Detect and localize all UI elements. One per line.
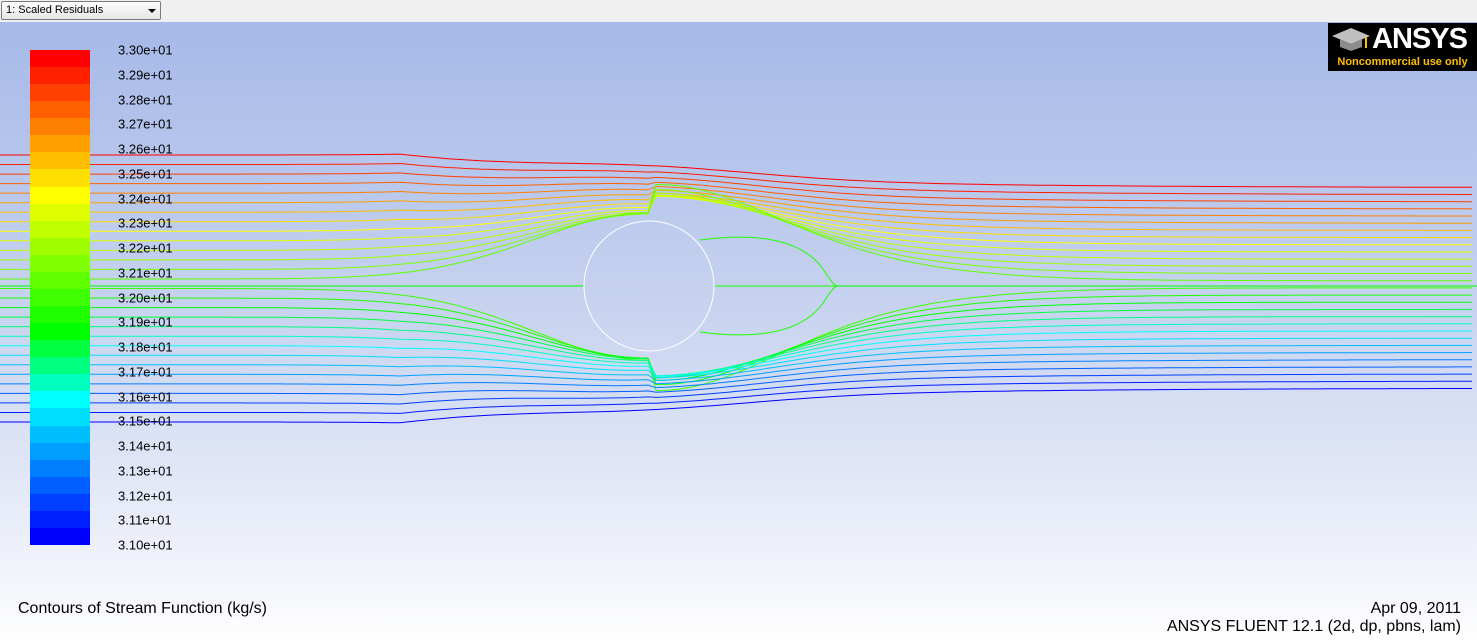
colormap-label: 3.20e+01 <box>118 290 173 305</box>
streamline <box>0 301 1472 381</box>
plot-date: Apr 09, 2011 <box>1370 600 1461 617</box>
colormap-label: 3.24e+01 <box>118 191 173 206</box>
colormap-band <box>30 101 90 119</box>
colormap-label: 3.26e+01 <box>118 141 173 157</box>
colormap-band <box>30 459 90 478</box>
graduation-cap-icon <box>1332 28 1370 51</box>
colormap-band <box>30 220 90 239</box>
colormap-band <box>30 186 90 205</box>
colormap-label: 3.14e+01 <box>118 438 173 454</box>
colormap-band <box>30 67 90 85</box>
streamline <box>0 192 1472 231</box>
colormap-band <box>30 374 90 392</box>
colormap-label: 3.15e+01 <box>118 413 173 429</box>
colormap-label: 3.11e+01 <box>118 512 172 528</box>
streamline <box>0 359 1472 389</box>
toolbar: 1: Scaled Residuals <box>0 0 1477 23</box>
streamline <box>0 344 1472 382</box>
colormap-band <box>30 288 90 307</box>
streamline-plot <box>0 153 1477 424</box>
colormap-label: 3.25e+01 <box>118 166 173 182</box>
colormap-band <box>30 306 90 324</box>
ansys-logo: ANSYS Noncommercial use only <box>1328 23 1477 71</box>
streamline <box>0 195 1472 253</box>
colormap-band <box>30 476 90 495</box>
colormap-label: 3.13e+01 <box>118 463 173 479</box>
colormap-label: 3.10e+01 <box>118 537 173 553</box>
colormap-bar <box>30 50 90 546</box>
colormap-label: 3.17e+01 <box>118 364 173 380</box>
colormap-label: 3.28e+01 <box>118 92 173 107</box>
colormap-band <box>30 340 90 358</box>
colormap-band <box>30 442 90 461</box>
colormap-label: 3.16e+01 <box>118 389 173 404</box>
colormap-band <box>30 527 90 546</box>
colormap-label: 3.19e+01 <box>118 314 173 330</box>
window-select-dropdown[interactable]: 1: Scaled Residuals <box>1 1 161 20</box>
colormap-band <box>30 493 90 512</box>
colormap-band <box>30 135 90 153</box>
streamline <box>0 337 1472 379</box>
colormap-label: 3.22e+01 <box>118 240 173 256</box>
streamline <box>0 153 1472 188</box>
colormap-band <box>30 203 90 222</box>
colormap-label: 3.12e+01 <box>118 488 173 503</box>
cylinder-outline <box>583 220 715 352</box>
colormap-band <box>30 118 90 136</box>
colormap-band <box>30 271 90 290</box>
colormap-label: 3.21e+01 <box>118 265 173 281</box>
colormap-band <box>30 357 90 375</box>
streamline <box>0 162 1472 195</box>
colormap-band <box>30 237 90 256</box>
solver-version: ANSYS FLUENT 12.1 (2d, dp, pbns, lam) <box>1166 618 1461 635</box>
colormap-label: 3.30e+01 <box>118 42 173 58</box>
license-note: Noncommercial use only <box>1337 56 1468 68</box>
colormap-band <box>30 391 90 409</box>
colormap-band <box>30 169 90 188</box>
colormap-band <box>30 50 90 68</box>
ansys-wordmark: ANSYS <box>1372 23 1468 55</box>
dropdown-arrow-icon[interactable] <box>148 9 156 13</box>
colormap-band <box>30 323 90 341</box>
colormap-label: 3.18e+01 <box>118 339 173 355</box>
colormap-band <box>30 254 90 273</box>
colormap-label: 3.27e+01 <box>118 116 173 132</box>
plot-title: Contours of Stream Function (kg/s) <box>18 600 267 617</box>
colormap-band <box>30 510 90 529</box>
graphics-viewport[interactable]: 3.30e+01 3.29e+01 3.28e+01 3.27e+01 3.26e+01… <box>0 22 1477 642</box>
colormap-label: 3.29e+01 <box>118 67 173 83</box>
colormap-label: 3.23e+01 <box>118 215 173 231</box>
colormap-band <box>30 425 90 444</box>
window-select-value: 1: Scaled Residuals <box>6 4 104 16</box>
colormap-band <box>30 84 90 102</box>
colormap-band <box>30 152 90 170</box>
colormap-band <box>30 408 90 426</box>
streamline <box>0 294 1472 386</box>
